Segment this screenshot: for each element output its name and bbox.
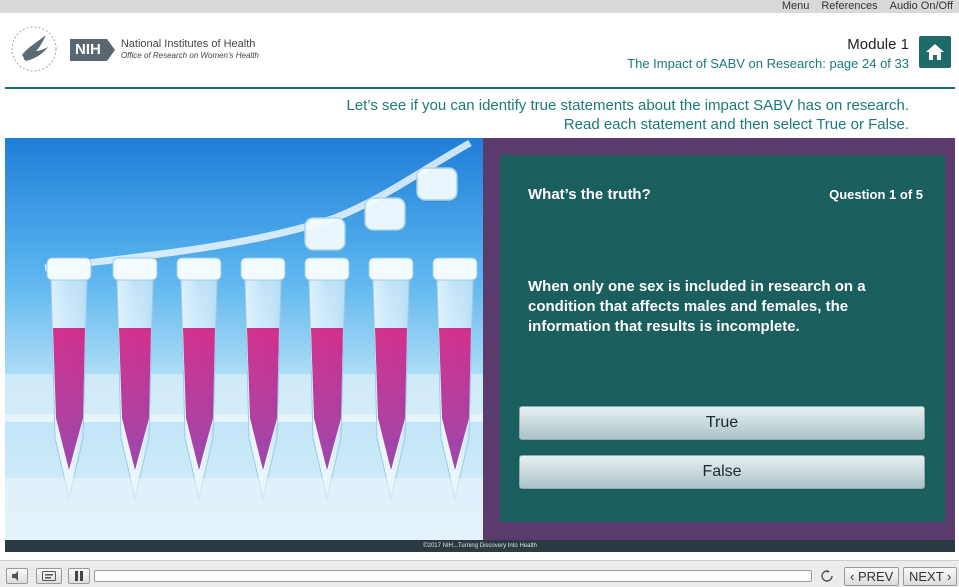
nih-badge: NIH (70, 39, 115, 61)
instructions: Let’s see if you can identify true state… (346, 96, 909, 134)
instructions-line-2: Read each statement and then select True… (563, 116, 909, 133)
lab-tubes-image (5, 138, 483, 540)
image-caption: ©2017 NIH...Turning Discovery Into Healt… (5, 540, 955, 552)
audio-toggle-link[interactable]: Audio On/Off (890, 0, 953, 13)
home-button[interactable] (919, 36, 951, 68)
replay-icon (821, 570, 833, 582)
volume-button[interactable] (6, 568, 28, 584)
volume-icon (12, 571, 18, 581)
nih-office-name: Office of Research on Women's Health (120, 51, 259, 60)
header-divider (5, 87, 955, 89)
captions-icon (42, 571, 56, 581)
nih-logo: NIH National Institutes of Health Office… (70, 39, 259, 61)
progress-bar[interactable] (94, 570, 812, 582)
instructions-line-1: Let’s see if you can identify true state… (346, 97, 909, 114)
hhs-eagle-icon (11, 26, 57, 72)
module-title: Module 1 (847, 36, 909, 53)
top-menu: Menu References Audio On/Off (782, 0, 953, 13)
next-button[interactable]: NEXT › (903, 567, 958, 586)
pause-icon (75, 571, 83, 581)
quiz-statement: When only one sex is included in researc… (528, 278, 866, 335)
player-controls: ‹ PREV NEXT › (0, 560, 959, 587)
nih-org-name: National Institutes of Health (120, 38, 256, 50)
question-counter: Question 1 of 5 (829, 187, 923, 202)
false-button[interactable]: False (519, 455, 925, 489)
replay-button[interactable] (816, 568, 838, 584)
true-button[interactable]: True (519, 406, 925, 440)
quiz-heading: What’s the truth? (528, 186, 651, 203)
home-icon (926, 44, 944, 60)
page-info: The Impact of SABV on Research: page 24 … (627, 56, 909, 71)
pause-button[interactable] (68, 568, 90, 584)
top-utility-bar: Menu References Audio On/Off (0, 0, 959, 13)
header: NIH National Institutes of Health Office… (0, 13, 959, 88)
nih-org-text: National Institutes of Health Office of … (121, 39, 259, 61)
captions-button[interactable] (36, 568, 62, 584)
prev-button[interactable]: ‹ PREV (844, 567, 900, 586)
menu-link[interactable]: Menu (782, 0, 810, 13)
references-link[interactable]: References (821, 0, 877, 13)
test-tubes-illustration (5, 139, 483, 540)
